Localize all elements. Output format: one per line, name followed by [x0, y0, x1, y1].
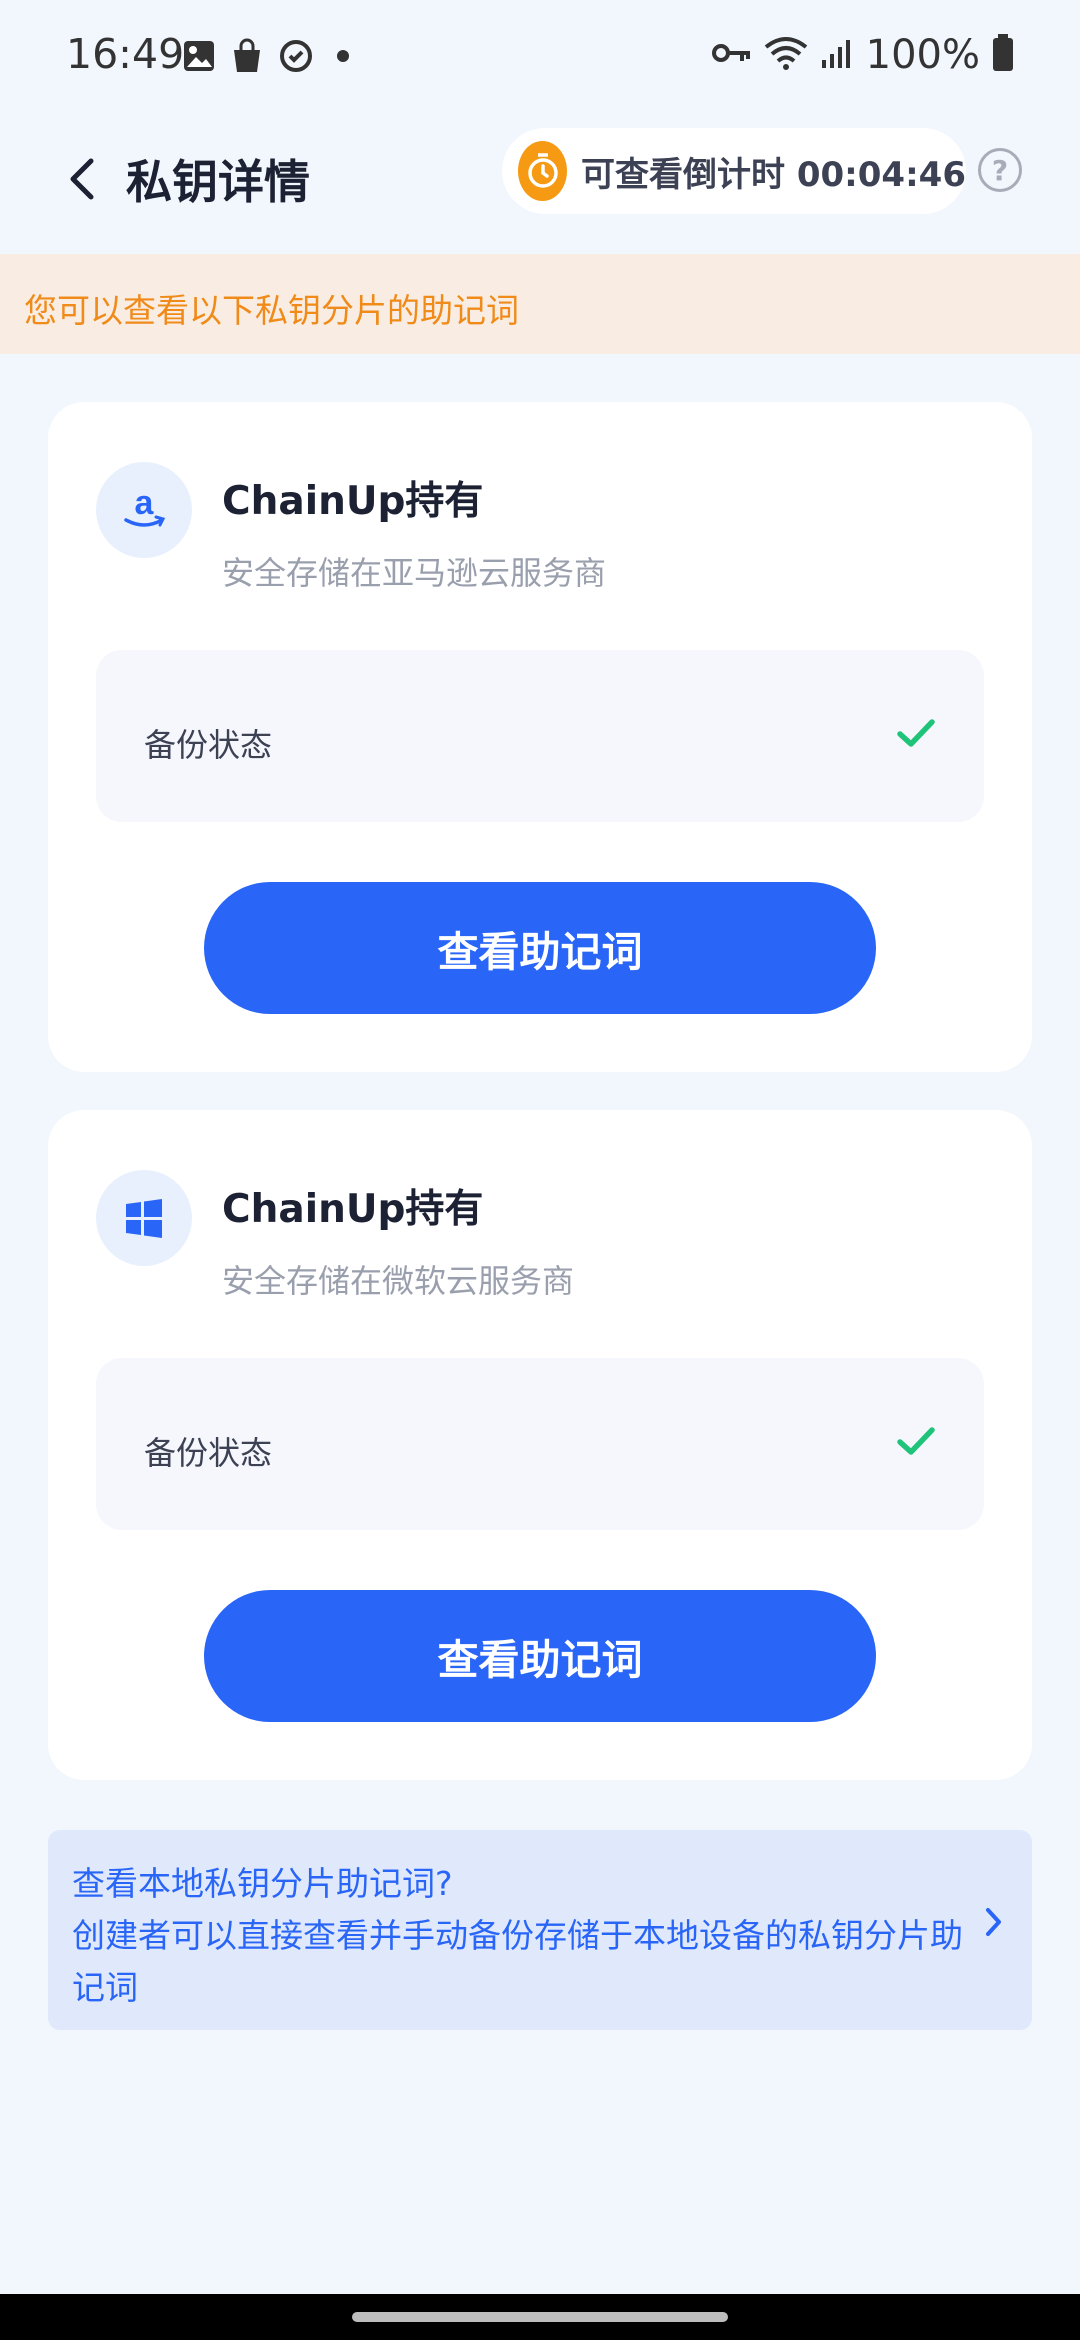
battery-percentage: 100% — [865, 32, 980, 78]
key-icon — [711, 41, 752, 69]
backup-status-label: 备份状态 — [144, 726, 273, 764]
card-title: ChainUp持有 — [222, 479, 484, 524]
chevron-right-icon — [986, 1908, 1001, 1936]
shopping-bag-icon — [230, 38, 264, 74]
signal-icon — [820, 36, 854, 74]
page-title: 私钥详情 — [126, 155, 310, 209]
countdown-label: 可查看倒计时 00:04:46 — [581, 154, 966, 195]
back-button[interactable] — [52, 144, 112, 214]
card-subtitle: 安全存储在亚马逊云服务商 — [222, 554, 607, 592]
view-mnemonic-button[interactable]: 查看助记词 — [204, 882, 876, 1014]
timer-icon — [518, 141, 568, 201]
amazon-icon: a — [96, 462, 192, 558]
backup-status-row: 备份状态 — [96, 650, 984, 822]
status-bar: 16:49 100% — [0, 0, 1080, 116]
help-icon: ? — [991, 153, 1009, 187]
help-button[interactable]: ? — [978, 148, 1022, 192]
wifi-icon — [764, 35, 808, 75]
image-icon — [182, 39, 216, 73]
svg-text:a: a — [135, 484, 155, 522]
countdown-badge: 可查看倒计时 00:04:46 — [502, 128, 966, 214]
key-shard-card-amazon: a ChainUp持有 安全存储在亚马逊云服务商 备份状态 查看助记词 — [48, 402, 1032, 1072]
status-time: 16:49 — [66, 30, 185, 78]
chevron-left-icon — [70, 158, 94, 200]
view-mnemonic-button[interactable]: 查看助记词 — [204, 1590, 876, 1722]
card-subtitle: 安全存储在微软云服务商 — [222, 1262, 575, 1300]
key-shard-card-microsoft: ChainUp持有 安全存储在微软云服务商 备份状态 查看助记词 — [48, 1110, 1032, 1780]
battery-icon — [992, 34, 1014, 76]
backup-status-label: 备份状态 — [144, 1434, 273, 1472]
home-indicator[interactable] — [352, 2312, 728, 2322]
check-icon — [897, 1427, 935, 1455]
backup-status-row: 备份状态 — [96, 1358, 984, 1530]
notice-text: 您可以查看以下私钥分片的助记词 — [24, 291, 519, 330]
info-description: 创建者可以直接查看并手动备份存储于本地设备的私钥分片助记词 — [72, 1916, 963, 2007]
info-question: 查看本地私钥分片助记词? — [72, 1864, 453, 1903]
sync-icon — [278, 38, 314, 74]
windows-icon — [96, 1170, 192, 1266]
local-shard-info-link[interactable]: 查看本地私钥分片助记词? 创建者可以直接查看并手动备份存储于本地设备的私钥分片助… — [48, 1830, 1032, 2030]
dot-icon — [328, 41, 358, 71]
navigation-bar — [0, 2294, 1080, 2340]
notice-banner: 您可以查看以下私钥分片的助记词 — [0, 254, 1080, 354]
info-text: 查看本地私钥分片助记词? 创建者可以直接查看并手动备份存储于本地设备的私钥分片助… — [72, 1858, 972, 2014]
card-title: ChainUp持有 — [222, 1187, 484, 1232]
check-icon — [897, 719, 935, 747]
header: 私钥详情 可查看倒计时 00:04:46 ? — [0, 116, 1080, 254]
